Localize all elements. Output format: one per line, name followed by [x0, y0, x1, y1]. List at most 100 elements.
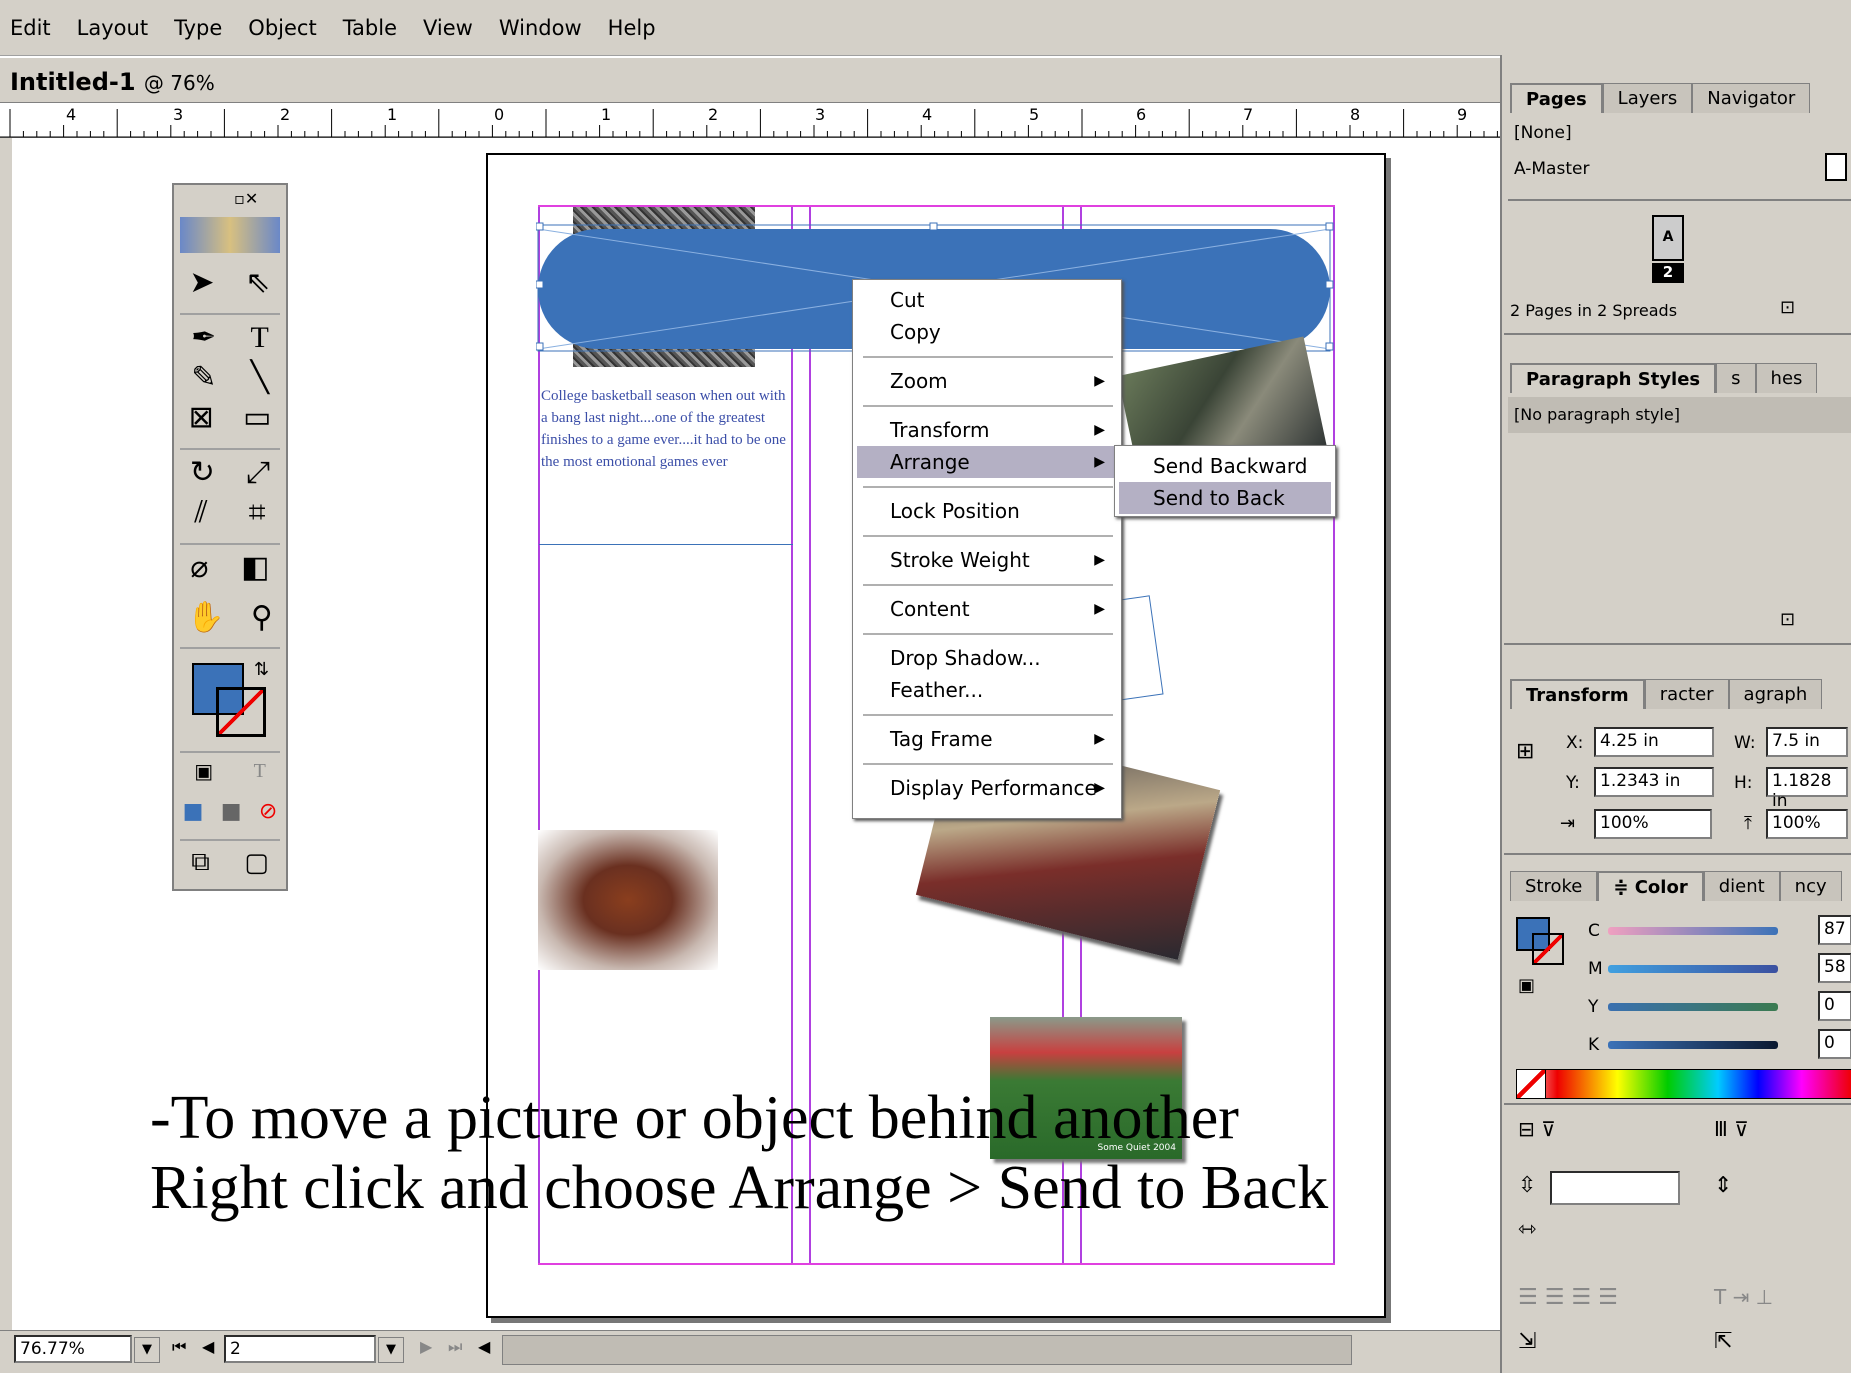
article-text-frame[interactable]: College basketball season when out with … — [539, 383, 793, 545]
left-indent-icon[interactable]: ⇲ — [1518, 1329, 1536, 1354]
scale-tool-icon[interactable]: ⤢ — [246, 455, 270, 490]
tab-paragraph-styles[interactable]: Paragraph Styles — [1510, 363, 1717, 393]
black-value[interactable]: 0 — [1818, 1029, 1851, 1059]
horizontal-scrollbar[interactable] — [502, 1335, 1352, 1365]
page-thumbnail[interactable]: A — [1652, 215, 1684, 261]
page-dropdown-icon[interactable]: ▼ — [378, 1337, 404, 1363]
menu-view[interactable]: View — [423, 16, 473, 40]
align-icons[interactable]: ☰ ☰ ☰ ☰ — [1518, 1285, 1618, 1310]
context-menu-stroke-weight[interactable]: Stroke Weight ▶ — [857, 544, 1117, 576]
leading-icon[interactable]: ⇳ — [1518, 1173, 1536, 1198]
last-page-icon[interactable]: ⏭ — [448, 1337, 462, 1357]
tab-navigator[interactable]: Navigator — [1692, 83, 1811, 113]
justify-icons[interactable]: T ⇥ ⊥ — [1714, 1285, 1773, 1309]
context-menu-arrange[interactable]: Arrange ▶ — [857, 446, 1117, 478]
tab-stroke[interactable]: Stroke — [1510, 871, 1598, 901]
pen-tool-icon[interactable]: ✒ — [191, 320, 216, 355]
tab-pages[interactable]: Pages — [1510, 83, 1603, 113]
menu-type[interactable]: Type — [174, 16, 222, 40]
gradient-tool-icon[interactable]: ◧ — [241, 550, 269, 585]
context-menu-zoom[interactable]: Zoom ▶ — [857, 365, 1117, 397]
tab-character-styles[interactable]: s — [1716, 363, 1756, 393]
context-menu-copy[interactable]: Copy — [857, 316, 1117, 348]
tab-layers[interactable]: Layers — [1602, 83, 1693, 113]
context-menu-transform[interactable]: Transform ▶ — [857, 414, 1117, 446]
apply-gradient-icon[interactable]: ■ — [221, 799, 242, 824]
yellow-slider[interactable] — [1608, 1003, 1778, 1011]
context-menu-content[interactable]: Content ▶ — [857, 593, 1117, 625]
pencil-tool-icon[interactable]: ✎ — [191, 360, 216, 395]
tracking-icon[interactable]: ⇿ — [1518, 1217, 1536, 1242]
baseline-stepper-icon[interactable]: ⇕ — [1714, 1173, 1732, 1198]
selection-tool-icon[interactable]: ➤ — [189, 265, 214, 300]
rectangle-tool-icon[interactable]: ▭ — [243, 400, 271, 435]
rectangle-frame-tool-icon[interactable]: ⊠ — [189, 400, 214, 435]
tab-gradient[interactable]: dient — [1703, 871, 1780, 901]
x-field[interactable]: 4.25 in — [1594, 727, 1714, 757]
page-field[interactable]: 2 — [224, 1335, 376, 1363]
zoom-dropdown-icon[interactable]: ▼ — [134, 1337, 160, 1363]
magenta-slider[interactable] — [1608, 965, 1778, 973]
menu-layout[interactable]: Layout — [77, 16, 148, 40]
tab-swatches[interactable]: hes — [1755, 363, 1818, 393]
shear-tool-icon[interactable]: ⫽ — [194, 495, 207, 530]
menu-table[interactable]: Table — [343, 16, 397, 40]
tab-transparency[interactable]: ncy — [1779, 871, 1842, 901]
context-menu-cut[interactable]: Cut — [857, 284, 1117, 316]
context-menu-display-performance[interactable]: Display Performance ▶ — [857, 772, 1117, 804]
black-slider[interactable] — [1608, 1041, 1778, 1049]
type-tool-icon[interactable]: T — [251, 321, 269, 355]
preview-view-icon[interactable]: ▢ — [244, 848, 269, 878]
tab-transform[interactable]: Transform — [1510, 679, 1645, 709]
formatting-container-icon[interactable]: ▣ — [194, 759, 213, 783]
basketball-photo[interactable] — [538, 830, 718, 970]
new-page-icon[interactable]: ⊡ — [1780, 297, 1795, 318]
scale-y-field[interactable]: 100% — [1766, 809, 1848, 839]
hand-tool-icon[interactable]: ✋ — [187, 600, 224, 635]
leading-field[interactable] — [1550, 1171, 1680, 1205]
context-menu-lock-position[interactable]: Lock Position — [857, 495, 1117, 527]
reference-point-icon[interactable]: ⊞ — [1516, 739, 1534, 764]
normal-view-icon[interactable]: ⧉ — [191, 847, 210, 878]
context-menu-feather[interactable]: Feather... — [857, 674, 1117, 706]
toolbox-window-controls[interactable]: ▫✕ — [234, 189, 258, 208]
master-page-icon[interactable] — [1825, 153, 1847, 181]
tab-character[interactable]: racter — [1644, 679, 1729, 709]
tab-paragraph[interactable]: agraph — [1728, 679, 1823, 709]
previous-page-icon[interactable]: ◀ — [202, 1337, 214, 1356]
swap-colors-icon[interactable]: ⇅ — [254, 659, 269, 680]
direct-selection-tool-icon[interactable]: ⇖ — [245, 265, 270, 300]
yellow-value[interactable]: 0 — [1818, 991, 1851, 1021]
send-backward-item[interactable]: Send Backward — [1119, 450, 1331, 482]
menu-edit[interactable]: Edit — [10, 16, 51, 40]
eyedropper-tool-icon[interactable]: ⌀ — [190, 550, 208, 585]
menu-object[interactable]: Object — [248, 16, 316, 40]
right-indent-icon[interactable]: ⇱ — [1714, 1329, 1732, 1354]
send-to-back-item[interactable]: Send to Back — [1119, 482, 1331, 514]
line-tool-icon[interactable]: ╲ — [251, 360, 269, 395]
scroll-left-icon[interactable]: ◀ — [478, 1337, 490, 1356]
first-page-icon[interactable]: ⏮ — [172, 1337, 186, 1357]
context-menu-drop-shadow[interactable]: Drop Shadow... — [857, 642, 1117, 674]
gutter-icon[interactable]: Ⅲ ⊽ — [1714, 1117, 1749, 1141]
cyan-slider[interactable] — [1608, 927, 1778, 935]
color-stroke-swatch[interactable] — [1532, 933, 1564, 965]
zoom-field[interactable]: 76.77% — [14, 1335, 132, 1363]
no-paragraph-style-item[interactable]: [No paragraph style] — [1508, 397, 1851, 433]
apply-color-icon[interactable]: ■ — [183, 799, 204, 824]
formatting-text-icon[interactable]: T — [254, 760, 266, 783]
context-menu-tag-frame[interactable]: Tag Frame ▶ — [857, 723, 1117, 755]
color-spectrum-bar[interactable] — [1516, 1069, 1851, 1099]
menu-help[interactable]: Help — [608, 16, 656, 40]
horizontal-ruler[interactable]: 4 3 2 1 0 1 2 3 4 5 6 7 8 9 — [0, 102, 1500, 138]
zoom-tool-icon[interactable]: ⚲ — [251, 600, 273, 635]
master-none-item[interactable]: [None] — [1514, 123, 1572, 143]
column-count-icon[interactable]: ⊟ ⊽ — [1518, 1117, 1556, 1141]
new-style-icon[interactable]: ⊡ — [1780, 609, 1795, 630]
free-transform-tool-icon[interactable]: ⌗ — [249, 495, 266, 530]
tab-color[interactable]: ≑ Color — [1597, 871, 1704, 901]
rotate-tool-icon[interactable]: ↻ — [190, 455, 215, 490]
scale-x-field[interactable]: 100% — [1594, 809, 1712, 839]
next-page-icon[interactable]: ▶ — [420, 1337, 432, 1356]
stroke-swatch[interactable] — [216, 687, 266, 737]
